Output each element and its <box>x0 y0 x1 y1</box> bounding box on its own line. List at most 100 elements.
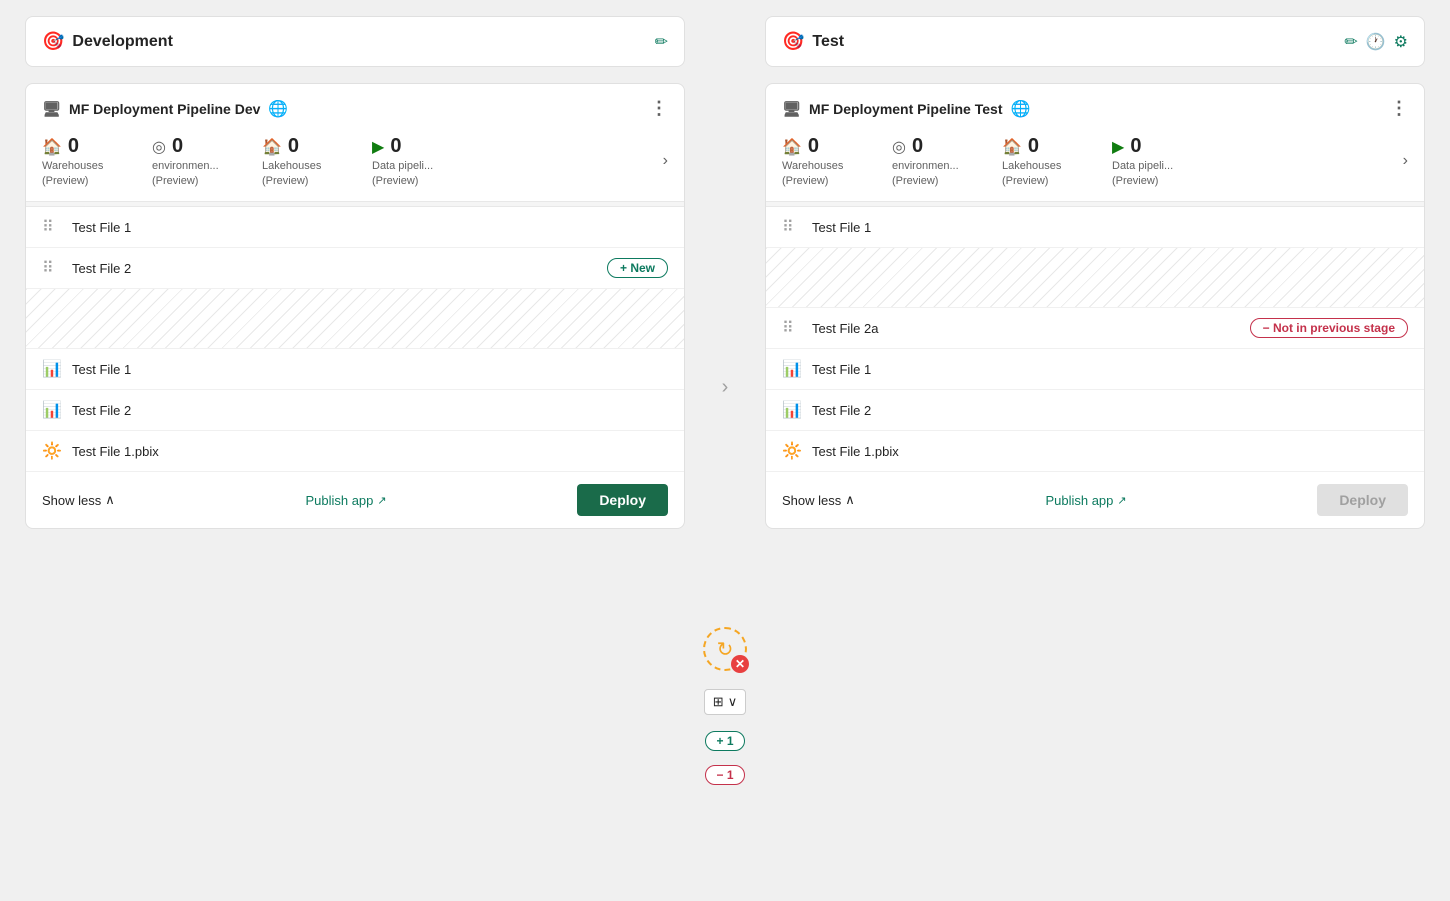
left-file-row-5: 🔆 Test File 1.pbix <box>26 431 684 471</box>
right-env-count: 0 <box>912 135 923 158</box>
refresh-circle: ↻ ✕ <box>703 627 747 671</box>
left-file-row-3: 📊 Test File 1 <box>26 349 684 390</box>
left-show-less-button[interactable]: Show less ∧ <box>42 492 115 508</box>
left-lakehouse-icon: 🏠 <box>262 137 282 157</box>
left-new-badge: + New <box>607 258 668 278</box>
right-file1-name: Test File 1 <box>812 220 1408 235</box>
left-show-less-text: Show less <box>42 493 101 508</box>
right-stat-lakehouse: 🏠 0 Lakehouses (Preview) <box>1002 135 1112 187</box>
left-file3-icon: 📊 <box>42 359 62 379</box>
left-warehouse-preview: (Preview) <box>42 175 88 187</box>
center-column: › ↻ ✕ ⊞ ∨ + 1 − 1 <box>685 16 765 785</box>
right-file5-name: Test File 1.pbix <box>812 444 1408 459</box>
right-pipeline-stat-preview: (Preview) <box>1112 175 1158 187</box>
right-deploy-button: Deploy <box>1317 484 1408 516</box>
left-file-list: ⠿ Test File 1 ⠿ Test File 2 + New 📊 Test <box>26 207 684 471</box>
left-pipeline-title: 🖥 MF Deployment Pipeline Dev 🌐 <box>42 99 288 119</box>
right-chevron-up-icon: ∧ <box>845 492 855 508</box>
right-file-row-4: 📊 Test File 2 <box>766 390 1424 431</box>
right-lakehouse-count: 0 <box>1028 135 1039 158</box>
right-pipeline-header: 🖥 MF Deployment Pipeline Test 🌐 ⋮ <box>766 84 1424 129</box>
left-env-icon: ◎ <box>152 137 166 157</box>
compare-button[interactable]: ⊞ ∨ <box>704 689 746 715</box>
left-stat-pipeline: ▶ 0 Data pipeli... (Preview) <box>372 135 482 187</box>
left-pipeline-header: 🖥 MF Deployment Pipeline Dev 🌐 ⋮ <box>26 84 684 129</box>
test-stage-icon: 🎯 <box>782 31 804 52</box>
right-pipeline-stats: 🏠 0 Warehouses (Preview) ◎ 0 environmen.… <box>766 129 1424 201</box>
right-env-preview: (Preview) <box>892 175 938 187</box>
left-file-row-2: ⠿ Test File 2 + New <box>26 248 684 289</box>
right-stats-arrow[interactable]: › <box>1403 152 1408 170</box>
development-stage-card: 🎯 Development ✏ <box>25 16 685 67</box>
right-pipeline-stat-icon: ▶ <box>1112 137 1124 157</box>
right-stat-pipeline: ▶ 0 Data pipeli... (Preview) <box>1112 135 1222 187</box>
removed-badge: − 1 <box>705 765 744 785</box>
right-file2a-name: Test File 2a <box>812 321 1240 336</box>
left-warehouse-icon: 🏠 <box>42 137 62 157</box>
left-chevron-up-icon: ∧ <box>105 492 115 508</box>
right-file-row-2a: ⠿ Test File 2a − Not in previous stage <box>766 308 1424 349</box>
main-layout: 🎯 Development ✏ 🖥 MF Deployment Pipeline… <box>25 16 1425 785</box>
test-stage-icons: ✏ 🕐 ⚙ <box>1344 32 1408 52</box>
right-file2a-badge: − Not in previous stage <box>1250 318 1408 338</box>
left-stat-lakehouse: 🏠 0 Lakehouses (Preview) <box>262 135 372 187</box>
right-show-less-button[interactable]: Show less ∧ <box>782 492 855 508</box>
right-file5-icon: 🔆 <box>782 441 802 461</box>
test-history-icon[interactable]: 🕐 <box>1366 32 1386 52</box>
right-card-footer: Show less ∧ Publish app ↗ Deploy <box>766 471 1424 528</box>
development-stage-title: 🎯 Development <box>42 31 173 52</box>
right-file2a-icon: ⠿ <box>782 318 802 338</box>
right-pipeline-menu[interactable]: ⋮ <box>1390 98 1408 119</box>
left-file1-name: Test File 1 <box>72 220 668 235</box>
left-stats-arrow[interactable]: › <box>663 152 668 170</box>
compare-chevron-icon: ∨ <box>728 694 738 710</box>
right-warehouse-preview: (Preview) <box>782 175 828 187</box>
left-file1-icon: ⠿ <box>42 217 62 237</box>
test-edit-icon[interactable]: ✏ <box>1344 32 1357 52</box>
right-pipeline-network-icon: 🌐 <box>1010 99 1030 119</box>
left-pipeline-icon: 🖥 <box>42 100 61 118</box>
center-arrow-icon: › <box>722 376 729 399</box>
right-file3-icon: 📊 <box>782 359 802 379</box>
development-stage-icons: ✏ <box>655 32 668 52</box>
right-lakehouse-preview: (Preview) <box>1002 175 1048 187</box>
right-pipeline-stat-label: Data pipeli... <box>1112 160 1173 173</box>
test-stage-title: 🎯 Test <box>782 31 844 52</box>
left-file5-icon: 🔆 <box>42 441 62 461</box>
left-lakehouse-preview: (Preview) <box>262 175 308 187</box>
test-title-text: Test <box>812 33 844 51</box>
left-pipeline-menu[interactable]: ⋮ <box>650 98 668 119</box>
left-publish-text: Publish app <box>305 493 373 508</box>
right-file-list: ⠿ Test File 1 ⠿ Test File 2a − Not in pr… <box>766 207 1424 471</box>
left-hatched-row <box>26 289 684 349</box>
left-publish-button[interactable]: Publish app ↗ <box>305 493 386 508</box>
compare-icon: ⊞ <box>713 694 724 710</box>
development-edit-icon[interactable]: ✏ <box>655 32 668 52</box>
right-warehouse-count: 0 <box>808 135 819 158</box>
right-not-prev-badge: − Not in previous stage <box>1250 318 1408 338</box>
right-pipeline-card: 🖥 MF Deployment Pipeline Test 🌐 ⋮ 🏠 0 Wa… <box>765 83 1425 529</box>
left-deploy-button[interactable]: Deploy <box>577 484 668 516</box>
right-lakehouse-label: Lakehouses <box>1002 160 1061 173</box>
left-warehouse-count: 0 <box>68 135 79 158</box>
right-file4-icon: 📊 <box>782 400 802 420</box>
right-file3-name: Test File 1 <box>812 362 1408 377</box>
left-file4-icon: 📊 <box>42 400 62 420</box>
left-card-footer: Show less ∧ Publish app ↗ Deploy <box>26 471 684 528</box>
right-pipeline-title: 🖥 MF Deployment Pipeline Test 🌐 <box>782 99 1030 119</box>
left-env-count: 0 <box>172 135 183 158</box>
test-settings-icon[interactable]: ⚙ <box>1394 32 1408 52</box>
right-warehouse-label: Warehouses <box>782 160 843 173</box>
left-file2-icon: ⠿ <box>42 258 62 278</box>
removed-badge-text: − 1 <box>716 768 733 782</box>
right-publish-button[interactable]: Publish app ↗ <box>1045 493 1126 508</box>
development-stage-icon: 🎯 <box>42 31 64 52</box>
left-pipeline-network-icon: 🌐 <box>268 99 288 119</box>
left-pipeline-card: 🖥 MF Deployment Pipeline Dev 🌐 ⋮ 🏠 0 War… <box>25 83 685 529</box>
left-stat-warehouses: 🏠 0 Warehouses (Preview) <box>42 135 152 187</box>
sync-error-icon: ✕ <box>731 655 749 673</box>
right-column: 🎯 Test ✏ 🕐 ⚙ 🖥 MF Deployment Pipeline Te… <box>765 16 1425 529</box>
left-lakehouse-count: 0 <box>288 135 299 158</box>
right-env-label: environmen... <box>892 160 959 173</box>
left-warehouse-label: Warehouses <box>42 160 103 173</box>
